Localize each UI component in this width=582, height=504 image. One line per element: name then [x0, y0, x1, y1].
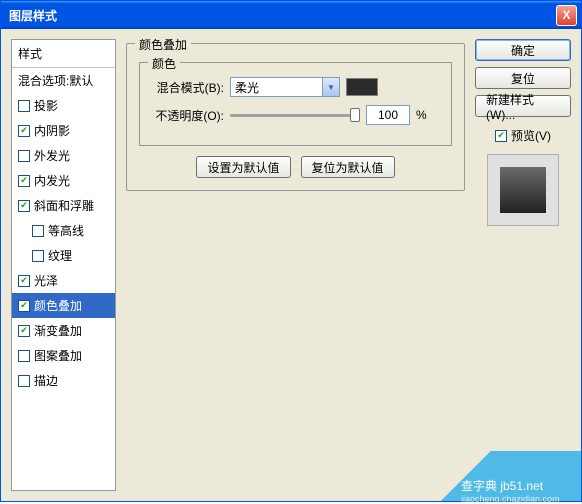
- list-item[interactable]: 渐变叠加: [12, 318, 115, 343]
- layer-style-dialog: 图层样式 X 样式 混合选项:默认 投影内阴影外发光内发光斜面和浮雕等高线纹理光…: [0, 0, 582, 502]
- style-checkbox[interactable]: [18, 150, 30, 162]
- new-style-button[interactable]: 新建样式(W)...: [475, 95, 571, 117]
- ok-button[interactable]: 确定: [475, 39, 571, 61]
- style-checkbox[interactable]: [18, 350, 30, 362]
- style-checkbox[interactable]: [18, 300, 30, 312]
- close-button[interactable]: X: [556, 5, 577, 26]
- list-item-blend-options[interactable]: 混合选项:默认: [12, 68, 115, 93]
- list-item-label: 内阴影: [34, 122, 70, 139]
- list-item-label: 图案叠加: [34, 347, 82, 364]
- list-item[interactable]: 等高线: [12, 218, 115, 243]
- list-item[interactable]: 颜色叠加: [12, 293, 115, 318]
- slider-thumb[interactable]: [350, 108, 360, 122]
- list-item[interactable]: 描边: [12, 368, 115, 393]
- list-item[interactable]: 图案叠加: [12, 343, 115, 368]
- style-checkbox[interactable]: [18, 200, 30, 212]
- style-checkbox[interactable]: [32, 225, 44, 237]
- color-group: 颜色 混合模式(B): 柔光 ▼ 不透明度(O):: [139, 62, 452, 146]
- section-title: 颜色叠加: [135, 36, 191, 53]
- list-item-label: 光泽: [34, 272, 58, 289]
- blend-mode-value: 柔光: [235, 79, 259, 96]
- group-title: 颜色: [148, 55, 180, 72]
- options-panel: 颜色叠加 颜色 混合模式(B): 柔光 ▼ 不透明度(O):: [126, 39, 465, 491]
- style-checkbox[interactable]: [18, 175, 30, 187]
- list-item-label: 渐变叠加: [34, 322, 82, 339]
- preview-label: 预览(V): [511, 127, 551, 144]
- opacity-row: 不透明度(O): 100 %: [152, 105, 439, 125]
- list-item-label: 等高线: [48, 222, 84, 239]
- blend-mode-select[interactable]: 柔光 ▼: [230, 77, 340, 97]
- window-title: 图层样式: [5, 7, 556, 24]
- blend-mode-label: 混合模式(B):: [152, 79, 224, 96]
- style-checkbox[interactable]: [18, 275, 30, 287]
- list-item[interactable]: 光泽: [12, 268, 115, 293]
- opacity-input[interactable]: 100: [366, 105, 410, 125]
- preview-toggle-row[interactable]: 预览(V): [475, 127, 571, 144]
- close-icon: X: [562, 8, 570, 22]
- list-item-label: 描边: [34, 372, 58, 389]
- titlebar[interactable]: 图层样式 X: [1, 1, 581, 29]
- blend-mode-row: 混合模式(B): 柔光 ▼: [152, 77, 439, 97]
- list-item[interactable]: 投影: [12, 93, 115, 118]
- style-checkbox[interactable]: [18, 375, 30, 387]
- opacity-label: 不透明度(O):: [152, 107, 224, 124]
- default-buttons-row: 设置为默认值 复位为默认值: [139, 156, 452, 178]
- opacity-unit: %: [416, 108, 427, 122]
- list-item-label: 纹理: [48, 247, 72, 264]
- list-item-label: 投影: [34, 97, 58, 114]
- reset-default-button[interactable]: 复位为默认值: [301, 156, 395, 178]
- style-checkbox[interactable]: [32, 250, 44, 262]
- opacity-slider[interactable]: [230, 114, 360, 117]
- style-checkbox[interactable]: [18, 325, 30, 337]
- list-item-label: 外发光: [34, 147, 70, 164]
- set-default-button[interactable]: 设置为默认值: [196, 156, 290, 178]
- preview-checkbox[interactable]: [495, 130, 507, 142]
- list-item-label: 颜色叠加: [34, 297, 82, 314]
- list-item[interactable]: 内阴影: [12, 118, 115, 143]
- list-item[interactable]: 纹理: [12, 243, 115, 268]
- cancel-button[interactable]: 复位: [475, 67, 571, 89]
- chevron-down-icon: ▼: [322, 78, 339, 96]
- dialog-body: 样式 混合选项:默认 投影内阴影外发光内发光斜面和浮雕等高线纹理光泽颜色叠加渐变…: [1, 29, 581, 501]
- styles-header: 样式: [12, 40, 115, 68]
- styles-list-panel: 样式 混合选项:默认 投影内阴影外发光内发光斜面和浮雕等高线纹理光泽颜色叠加渐变…: [11, 39, 116, 491]
- preview-thumbnail: [500, 167, 546, 213]
- list-item[interactable]: 斜面和浮雕: [12, 193, 115, 218]
- list-item-label: 混合选项:默认: [18, 72, 93, 89]
- styles-list: 混合选项:默认 投影内阴影外发光内发光斜面和浮雕等高线纹理光泽颜色叠加渐变叠加图…: [12, 68, 115, 490]
- style-checkbox[interactable]: [18, 100, 30, 112]
- color-swatch[interactable]: [346, 78, 378, 96]
- preview-box: [487, 154, 559, 226]
- action-panel: 确定 复位 新建样式(W)... 预览(V): [475, 39, 571, 491]
- list-item-label: 内发光: [34, 172, 70, 189]
- style-checkbox[interactable]: [18, 125, 30, 137]
- color-overlay-section: 颜色叠加 颜色 混合模式(B): 柔光 ▼ 不透明度(O):: [126, 43, 465, 191]
- list-item-label: 斜面和浮雕: [34, 197, 94, 214]
- list-item[interactable]: 内发光: [12, 168, 115, 193]
- list-item[interactable]: 外发光: [12, 143, 115, 168]
